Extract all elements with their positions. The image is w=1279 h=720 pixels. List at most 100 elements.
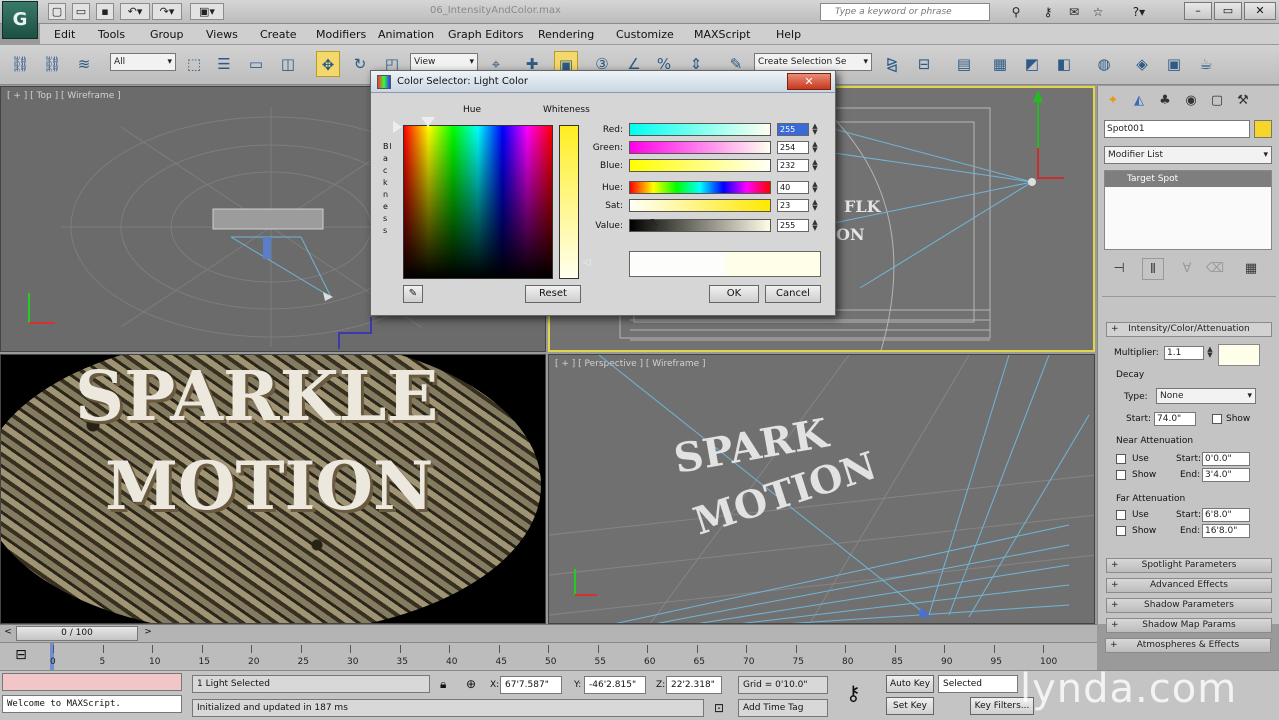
open-file-icon[interactable]: ▭: [72, 3, 90, 20]
select-object-icon[interactable]: ⬚: [182, 51, 206, 77]
hue-blackness-picker[interactable]: [403, 125, 553, 279]
select-and-move-icon[interactable]: ✥: [316, 51, 340, 77]
curve-editor-icon[interactable]: ◩: [1020, 51, 1044, 77]
menu-maxscript[interactable]: MAXScript: [694, 28, 750, 41]
undo-icon[interactable]: ↶▾: [120, 3, 150, 20]
hue-value-field[interactable]: 40: [777, 181, 809, 194]
green-value-field[interactable]: 254: [777, 141, 809, 154]
menu-help[interactable]: Help: [776, 28, 801, 41]
far-end-field[interactable]: 16'8.0": [1202, 524, 1250, 538]
help-icon[interactable]: ?▾: [1122, 3, 1156, 21]
time-tag-icon[interactable]: ⊡: [714, 701, 724, 715]
near-use-checkbox[interactable]: [1116, 454, 1126, 464]
menu-graph-editors[interactable]: Graph Editors: [448, 28, 524, 41]
selection-filter-dropdown[interactable]: All: [110, 53, 176, 71]
far-use-checkbox[interactable]: [1116, 510, 1126, 520]
save-file-icon[interactable]: ▪: [96, 3, 114, 20]
remove-modifier-icon[interactable]: ⌫: [1204, 258, 1226, 280]
multiplier-field[interactable]: 1.1: [1164, 346, 1204, 360]
configure-sets-icon[interactable]: ▦: [1240, 258, 1262, 280]
x-coord-field[interactable]: 67'7.587": [500, 676, 562, 694]
time-slider-thumb[interactable]: 0 / 100: [16, 626, 138, 641]
viewport-perspective[interactable]: [ + ] [ Perspective ] [ Wireframe ] SPAR…: [548, 354, 1095, 624]
decay-show-checkbox[interactable]: [1212, 414, 1222, 424]
create-tab-icon[interactable]: ✦: [1102, 90, 1124, 112]
next-frame-icon[interactable]: >: [142, 627, 154, 640]
mirror-icon[interactable]: ⧎: [880, 51, 904, 77]
far-show-checkbox[interactable]: [1116, 526, 1126, 536]
render-setup-icon[interactable]: ◈: [1130, 51, 1154, 77]
maxscript-mini-listener-input[interactable]: [2, 673, 182, 691]
reference-coordinate-dropdown[interactable]: View: [410, 53, 478, 71]
decay-start-field[interactable]: 74.0": [1154, 412, 1196, 426]
viewport-camera[interactable]: SPARKLE MOTION: [0, 354, 546, 624]
absolute-transform-icon[interactable]: ⊕: [466, 677, 476, 691]
multiplier-spinner[interactable]: ▲ ▼: [1206, 346, 1214, 359]
cancel-button[interactable]: Cancel: [765, 285, 821, 303]
align-icon[interactable]: ⊟: [912, 51, 936, 77]
maximize-button[interactable]: ▭: [1214, 2, 1242, 20]
saturation-slider[interactable]: [629, 199, 771, 212]
menu-edit[interactable]: Edit: [54, 28, 75, 41]
hue-spinner[interactable]: ▲ ▼: [811, 181, 819, 194]
application-logo-icon[interactable]: G: [2, 1, 38, 39]
hue-marker-icon[interactable]: [421, 117, 435, 127]
red-slider[interactable]: [629, 123, 771, 136]
reset-button[interactable]: Reset: [525, 285, 581, 303]
favorites-star-icon[interactable]: ☆: [1088, 3, 1108, 21]
add-time-tag-button[interactable]: Add Time Tag: [738, 699, 828, 717]
near-end-field[interactable]: 3'4.0": [1202, 468, 1250, 482]
whiteness-slider[interactable]: [559, 125, 579, 279]
blackness-marker-icon[interactable]: [393, 121, 402, 133]
new-file-icon[interactable]: ▢: [48, 3, 66, 20]
menu-tools[interactable]: Tools: [98, 28, 125, 41]
near-start-field[interactable]: 0'0.0": [1202, 452, 1250, 466]
whiteness-marker-icon[interactable]: ◁: [583, 257, 591, 268]
render-production-icon[interactable]: ☕: [1194, 51, 1218, 77]
menu-modifiers[interactable]: Modifiers: [316, 28, 366, 41]
value-spinner[interactable]: ▲ ▼: [811, 219, 819, 232]
communication-icon[interactable]: ✉: [1064, 3, 1084, 21]
rollout-shadow-parameters[interactable]: Shadow Parameters: [1106, 598, 1272, 613]
unlink-icon[interactable]: ⛓: [40, 51, 64, 77]
menu-animation[interactable]: Animation: [378, 28, 434, 41]
rollout-spotlight-parameters[interactable]: Spotlight Parameters: [1106, 558, 1272, 573]
saturation-value-field[interactable]: 23: [777, 199, 809, 212]
blue-value-field[interactable]: 232: [777, 159, 809, 172]
green-spinner[interactable]: ▲ ▼: [811, 141, 819, 154]
y-coord-field[interactable]: -46'2.815": [584, 676, 646, 694]
modify-tab-icon[interactable]: ◭: [1128, 90, 1150, 112]
rollout-shadow-map-params[interactable]: Shadow Map Params: [1106, 618, 1272, 633]
blue-spinner[interactable]: ▲ ▼: [811, 159, 819, 172]
ok-button[interactable]: OK: [709, 285, 759, 303]
red-value-field[interactable]: 255: [777, 123, 809, 136]
auto-key-button[interactable]: Auto Key: [886, 675, 934, 693]
pin-stack-icon[interactable]: ⊣: [1108, 258, 1130, 280]
eyedropper-icon[interactable]: ✎: [403, 285, 423, 303]
redo-icon[interactable]: ↷▾: [152, 3, 182, 20]
decay-type-dropdown[interactable]: None: [1156, 388, 1256, 404]
rendered-frame-window-icon[interactable]: ▣: [1162, 51, 1186, 77]
green-slider[interactable]: [629, 141, 771, 154]
make-unique-icon[interactable]: ∀: [1176, 258, 1198, 280]
dialog-close-button[interactable]: ✕: [787, 73, 831, 90]
material-editor-icon[interactable]: ◍: [1092, 51, 1116, 77]
set-key-button[interactable]: Set Key: [886, 697, 934, 715]
object-color-swatch[interactable]: [1254, 120, 1272, 138]
show-end-result-icon[interactable]: ⫴: [1142, 258, 1164, 280]
schematic-view-icon[interactable]: ◧: [1052, 51, 1076, 77]
close-window-button[interactable]: ✕: [1244, 2, 1276, 20]
time-slider-track[interactable]: < 0 / 100 >: [0, 624, 1097, 642]
menu-create[interactable]: Create: [260, 28, 297, 41]
z-coord-field[interactable]: 22'2.318": [666, 676, 722, 694]
previous-frame-icon[interactable]: <: [2, 627, 14, 640]
stack-item-target-spot[interactable]: Target Spot: [1105, 171, 1271, 187]
rectangular-selection-icon[interactable]: ▭: [244, 51, 268, 77]
select-by-name-icon[interactable]: ☰: [212, 51, 236, 77]
value-value-field[interactable]: 255: [777, 219, 809, 232]
menu-views[interactable]: Views: [206, 28, 238, 41]
blue-slider[interactable]: [629, 159, 771, 172]
maxscript-listener-output[interactable]: Welcome to MAXScript.: [2, 695, 182, 713]
graphite-tools-icon[interactable]: ▦: [988, 51, 1012, 77]
menu-rendering[interactable]: Rendering: [538, 28, 594, 41]
